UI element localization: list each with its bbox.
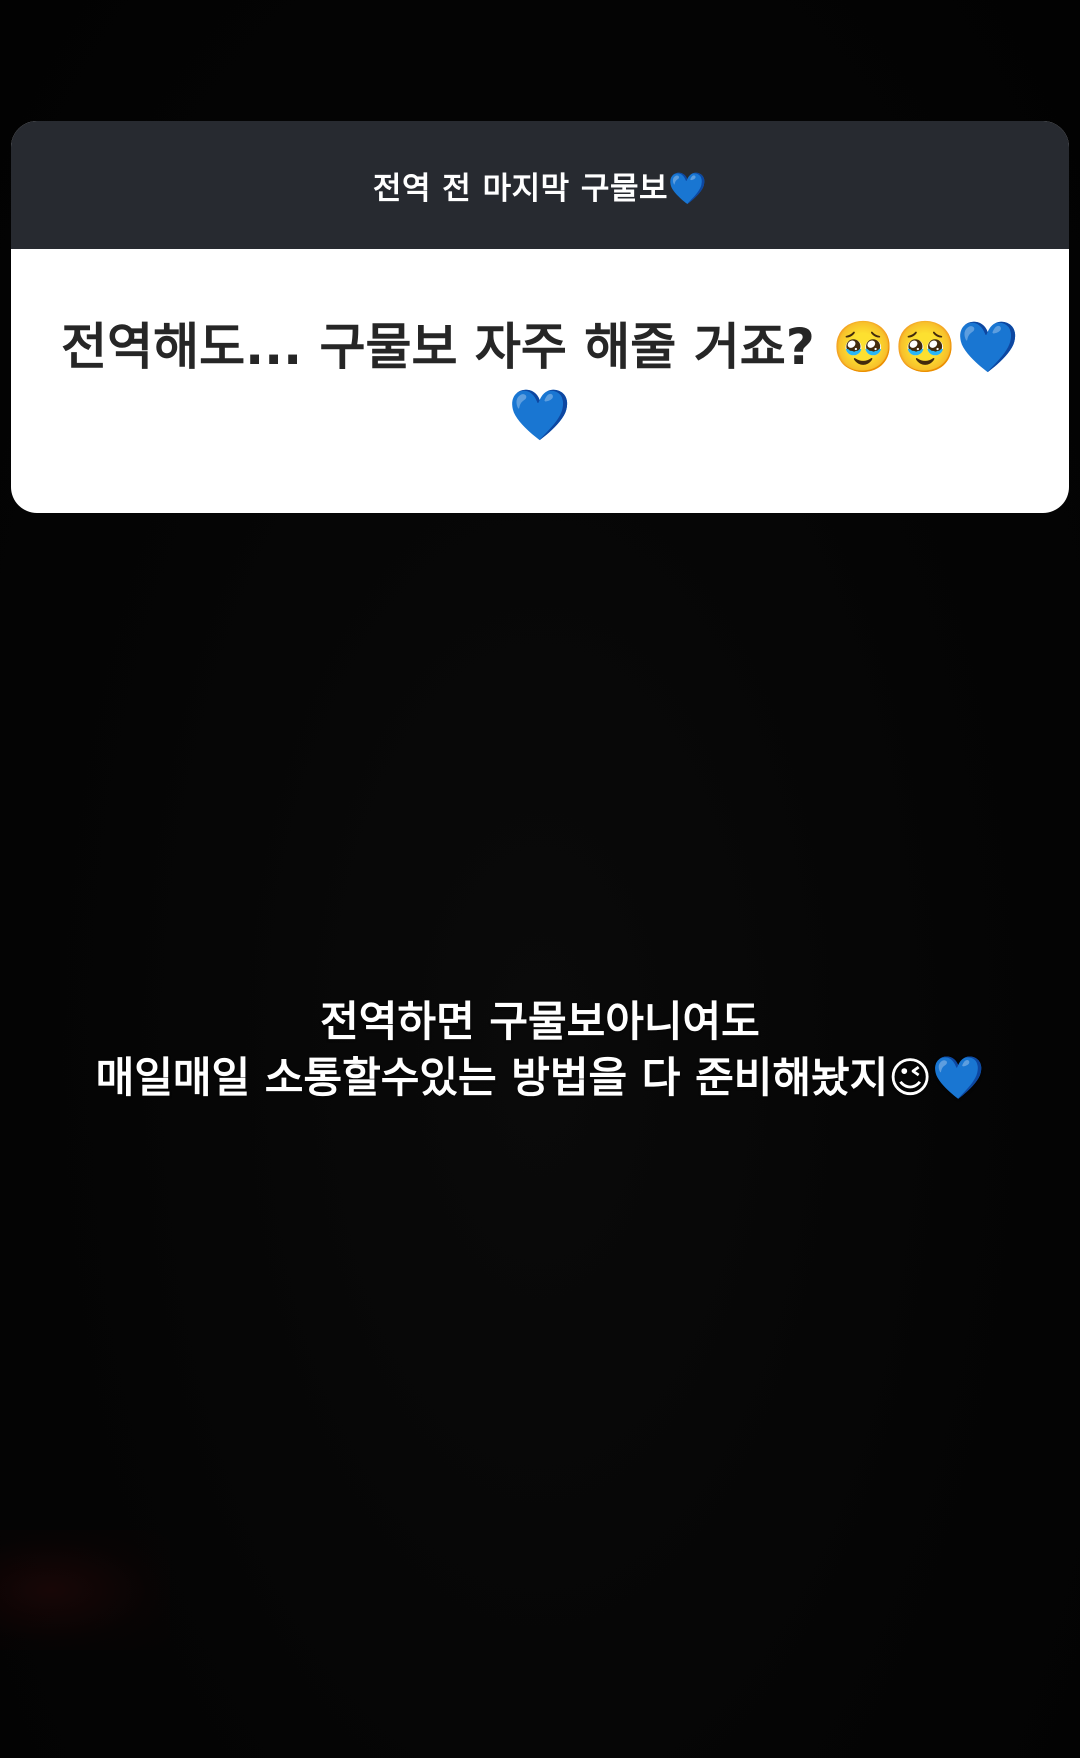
question-text: 전역해도... 구물보 자주 해줄 거죠? 🥹🥹💙💙 bbox=[61, 318, 1019, 444]
background-blur bbox=[0, 1530, 170, 1650]
answer-line-1: 전역하면 구물보아니여도 bbox=[320, 997, 760, 1046]
answer-line-2: 매일매일 소통할수있는 방법을 다 준비해놨지😉💙 bbox=[95, 1053, 985, 1102]
question-sticker-body: 전역해도... 구물보 자주 해줄 거죠? 🥹🥹💙💙 bbox=[11, 249, 1069, 513]
answer-text-overlay: 전역하면 구물보아니여도 매일매일 소통할수있는 방법을 다 준비해놨지😉💙 bbox=[0, 994, 1080, 1106]
question-sticker[interactable]: 전역 전 마지막 구물보💙 전역해도... 구물보 자주 해줄 거죠? 🥹🥹💙💙 bbox=[11, 121, 1069, 513]
story-canvas: 전역 전 마지막 구물보💙 전역해도... 구물보 자주 해줄 거죠? 🥹🥹💙💙… bbox=[0, 0, 1080, 1758]
question-sticker-header: 전역 전 마지막 구물보💙 bbox=[11, 121, 1069, 249]
question-sticker-title: 전역 전 마지막 구물보💙 bbox=[372, 170, 708, 207]
